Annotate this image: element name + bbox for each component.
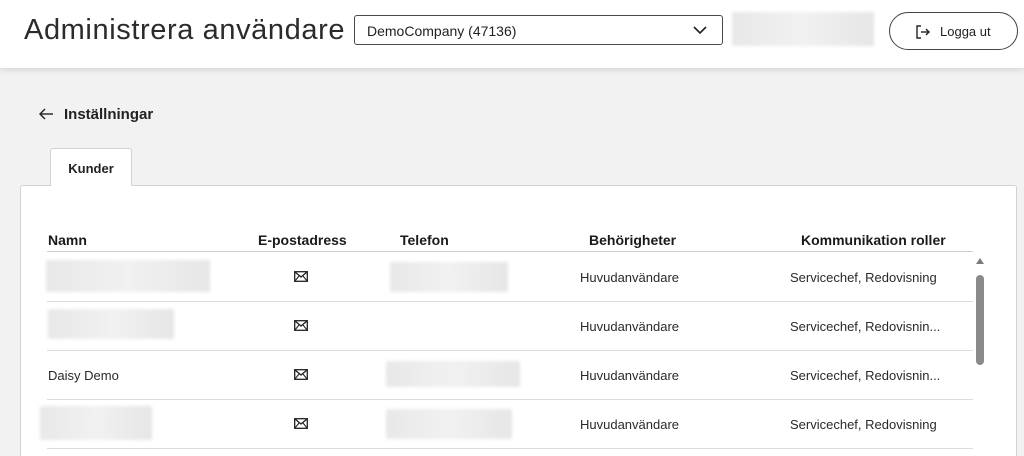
row-phone-redacted <box>390 262 508 292</box>
scrollbar-thumb[interactable] <box>976 275 984 365</box>
column-header-permissions[interactable]: Behörigheter <box>589 232 676 248</box>
row-divider <box>47 301 973 302</box>
row-permissions: Huvudanvändare <box>580 319 680 334</box>
row-roles: Servicechef, Redovisnin... <box>790 319 941 334</box>
company-select-value: DemoCompany (47136) <box>367 23 517 39</box>
row-roles: Servicechef, Redovisning <box>790 417 937 432</box>
scroll-up-arrow[interactable] <box>976 258 984 264</box>
row-name-redacted <box>40 406 152 440</box>
page-title: Administrera användare <box>24 14 346 46</box>
mail-icon[interactable] <box>294 271 308 282</box>
user-info-redacted <box>732 12 874 46</box>
tab-kunder-label: Kunder <box>68 161 114 176</box>
tab-kunder[interactable]: Kunder <box>50 148 132 186</box>
mail-icon[interactable] <box>294 418 308 429</box>
logout-label: Logga ut <box>940 24 991 39</box>
table-header-divider <box>47 251 973 252</box>
company-select[interactable]: DemoCompany (47136) <box>354 15 723 45</box>
back-link[interactable]: Inställningar <box>38 104 153 124</box>
chevron-down-icon <box>693 26 707 35</box>
row-name: Daisy Demo <box>48 368 119 383</box>
mail-icon[interactable] <box>294 320 308 331</box>
row-divider <box>47 350 973 351</box>
column-header-roles[interactable]: Kommunikation roller <box>801 232 946 248</box>
row-roles: Servicechef, Redovisnin... <box>790 368 941 383</box>
row-phone-redacted <box>386 409 512 439</box>
column-header-email[interactable]: E-postadress <box>258 232 347 248</box>
row-permissions: Huvudanvändare <box>580 270 680 285</box>
row-name-redacted <box>46 260 210 292</box>
row-permissions: Huvudanvändare <box>580 368 680 383</box>
row-name-redacted <box>48 309 174 339</box>
top-bar: Administrera användare DemoCompany (4713… <box>0 0 1024 68</box>
logout-button[interactable]: Logga ut <box>889 12 1018 50</box>
column-header-name[interactable]: Namn <box>48 232 87 248</box>
logout-icon <box>916 25 930 39</box>
column-header-phone[interactable]: Telefon <box>400 232 449 248</box>
row-roles: Servicechef, Redovisning <box>790 270 937 285</box>
row-phone-redacted <box>386 361 520 387</box>
row-permissions: Huvudanvändare <box>580 417 680 432</box>
arrow-left-icon <box>39 108 53 120</box>
back-link-label: Inställningar <box>64 105 154 123</box>
mail-icon[interactable] <box>294 369 308 380</box>
row-divider <box>47 448 973 449</box>
row-divider <box>47 399 973 400</box>
